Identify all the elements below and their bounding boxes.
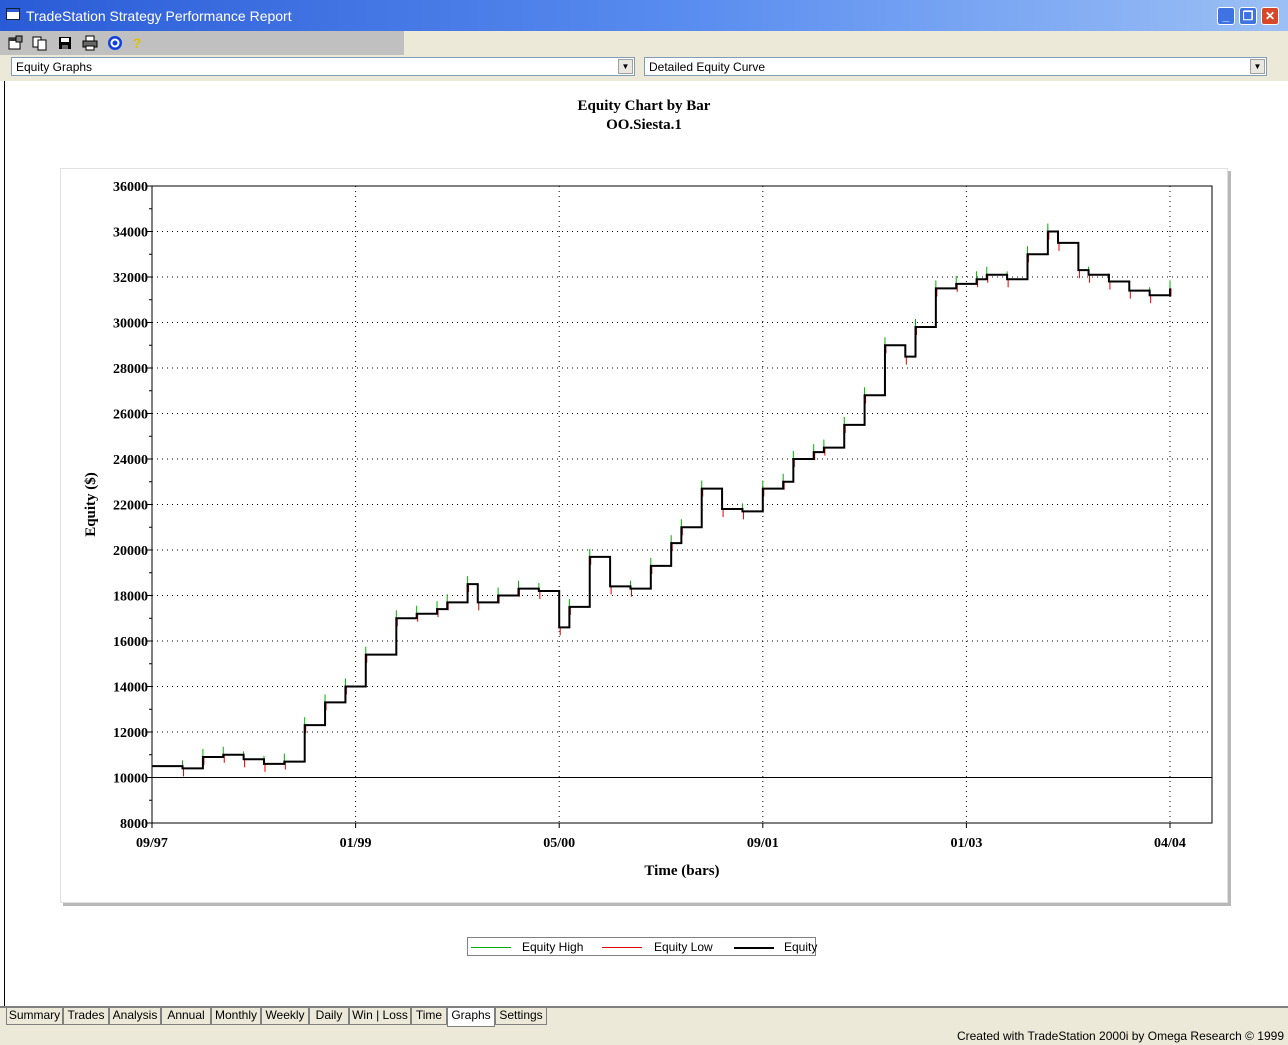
y-tick-label: 12000	[113, 726, 148, 741]
tab-weekly[interactable]: Weekly	[261, 1008, 309, 1025]
tab-daily[interactable]: Daily	[309, 1008, 349, 1025]
y-tick-label: 8000	[120, 817, 148, 832]
y-tick-label: 18000	[113, 590, 148, 605]
legend-swatch-equity	[734, 947, 774, 949]
x-tick-label: 01/03	[950, 836, 982, 851]
tab-summary[interactable]: Summary	[6, 1008, 63, 1025]
y-tick-label: 14000	[113, 681, 148, 696]
legend-swatch-equity-high	[471, 947, 511, 948]
y-tick-label: 30000	[113, 317, 148, 332]
equity-chart: 36000 34000 32000 30000 28000 26000 24000 22000…	[83, 180, 1213, 879]
y-tick-label: 10000	[113, 772, 148, 787]
y-tick-label: 28000	[113, 362, 148, 377]
x-tick-label: 09/97	[136, 836, 168, 851]
status-bar: Summary Trades Analysis Annual Monthly W…	[0, 1006, 1288, 1045]
tab-annual[interactable]: Annual	[161, 1008, 211, 1025]
tab-monthly[interactable]: Monthly	[211, 1008, 261, 1025]
y-tick-label: 34000	[113, 226, 148, 241]
x-tick-label: 05/00	[543, 836, 575, 851]
y-tick-label: 22000	[113, 499, 148, 514]
y-tick-label: 36000	[113, 180, 148, 195]
legend-label-equity-low: Equity Low	[654, 940, 713, 954]
chart-legend: Equity High Equity Low Equity	[467, 937, 818, 956]
y-tick-label: 26000	[113, 408, 148, 423]
y-axis-label: Equity ($)	[83, 472, 99, 537]
y-tick-label: 32000	[113, 271, 148, 286]
legend-label-equity-high: Equity High	[522, 940, 584, 954]
tab-time[interactable]: Time	[411, 1008, 447, 1025]
tab-graphs[interactable]: Graphs	[447, 1008, 495, 1027]
x-tick-label: 09/01	[747, 836, 779, 851]
x-tick-label: 01/99	[340, 836, 372, 851]
tab-settings[interactable]: Settings	[495, 1008, 547, 1025]
y-tick-label: 16000	[113, 635, 148, 650]
y-tick-label: 24000	[113, 453, 148, 468]
x-tick-label: 04/04	[1154, 836, 1186, 851]
legend-swatch-equity-low	[602, 947, 642, 948]
legend-label-equity: Equity	[784, 940, 818, 954]
y-tick-label: 20000	[113, 544, 148, 559]
tab-analysis[interactable]: Analysis	[109, 1008, 161, 1025]
tab-trades[interactable]: Trades	[63, 1008, 109, 1025]
tab-win-loss[interactable]: Win | Loss	[349, 1008, 411, 1025]
credit-text: Created with TradeStation 2000i by Omega…	[956, 1029, 1284, 1043]
x-axis-label: Time (bars)	[644, 863, 719, 879]
